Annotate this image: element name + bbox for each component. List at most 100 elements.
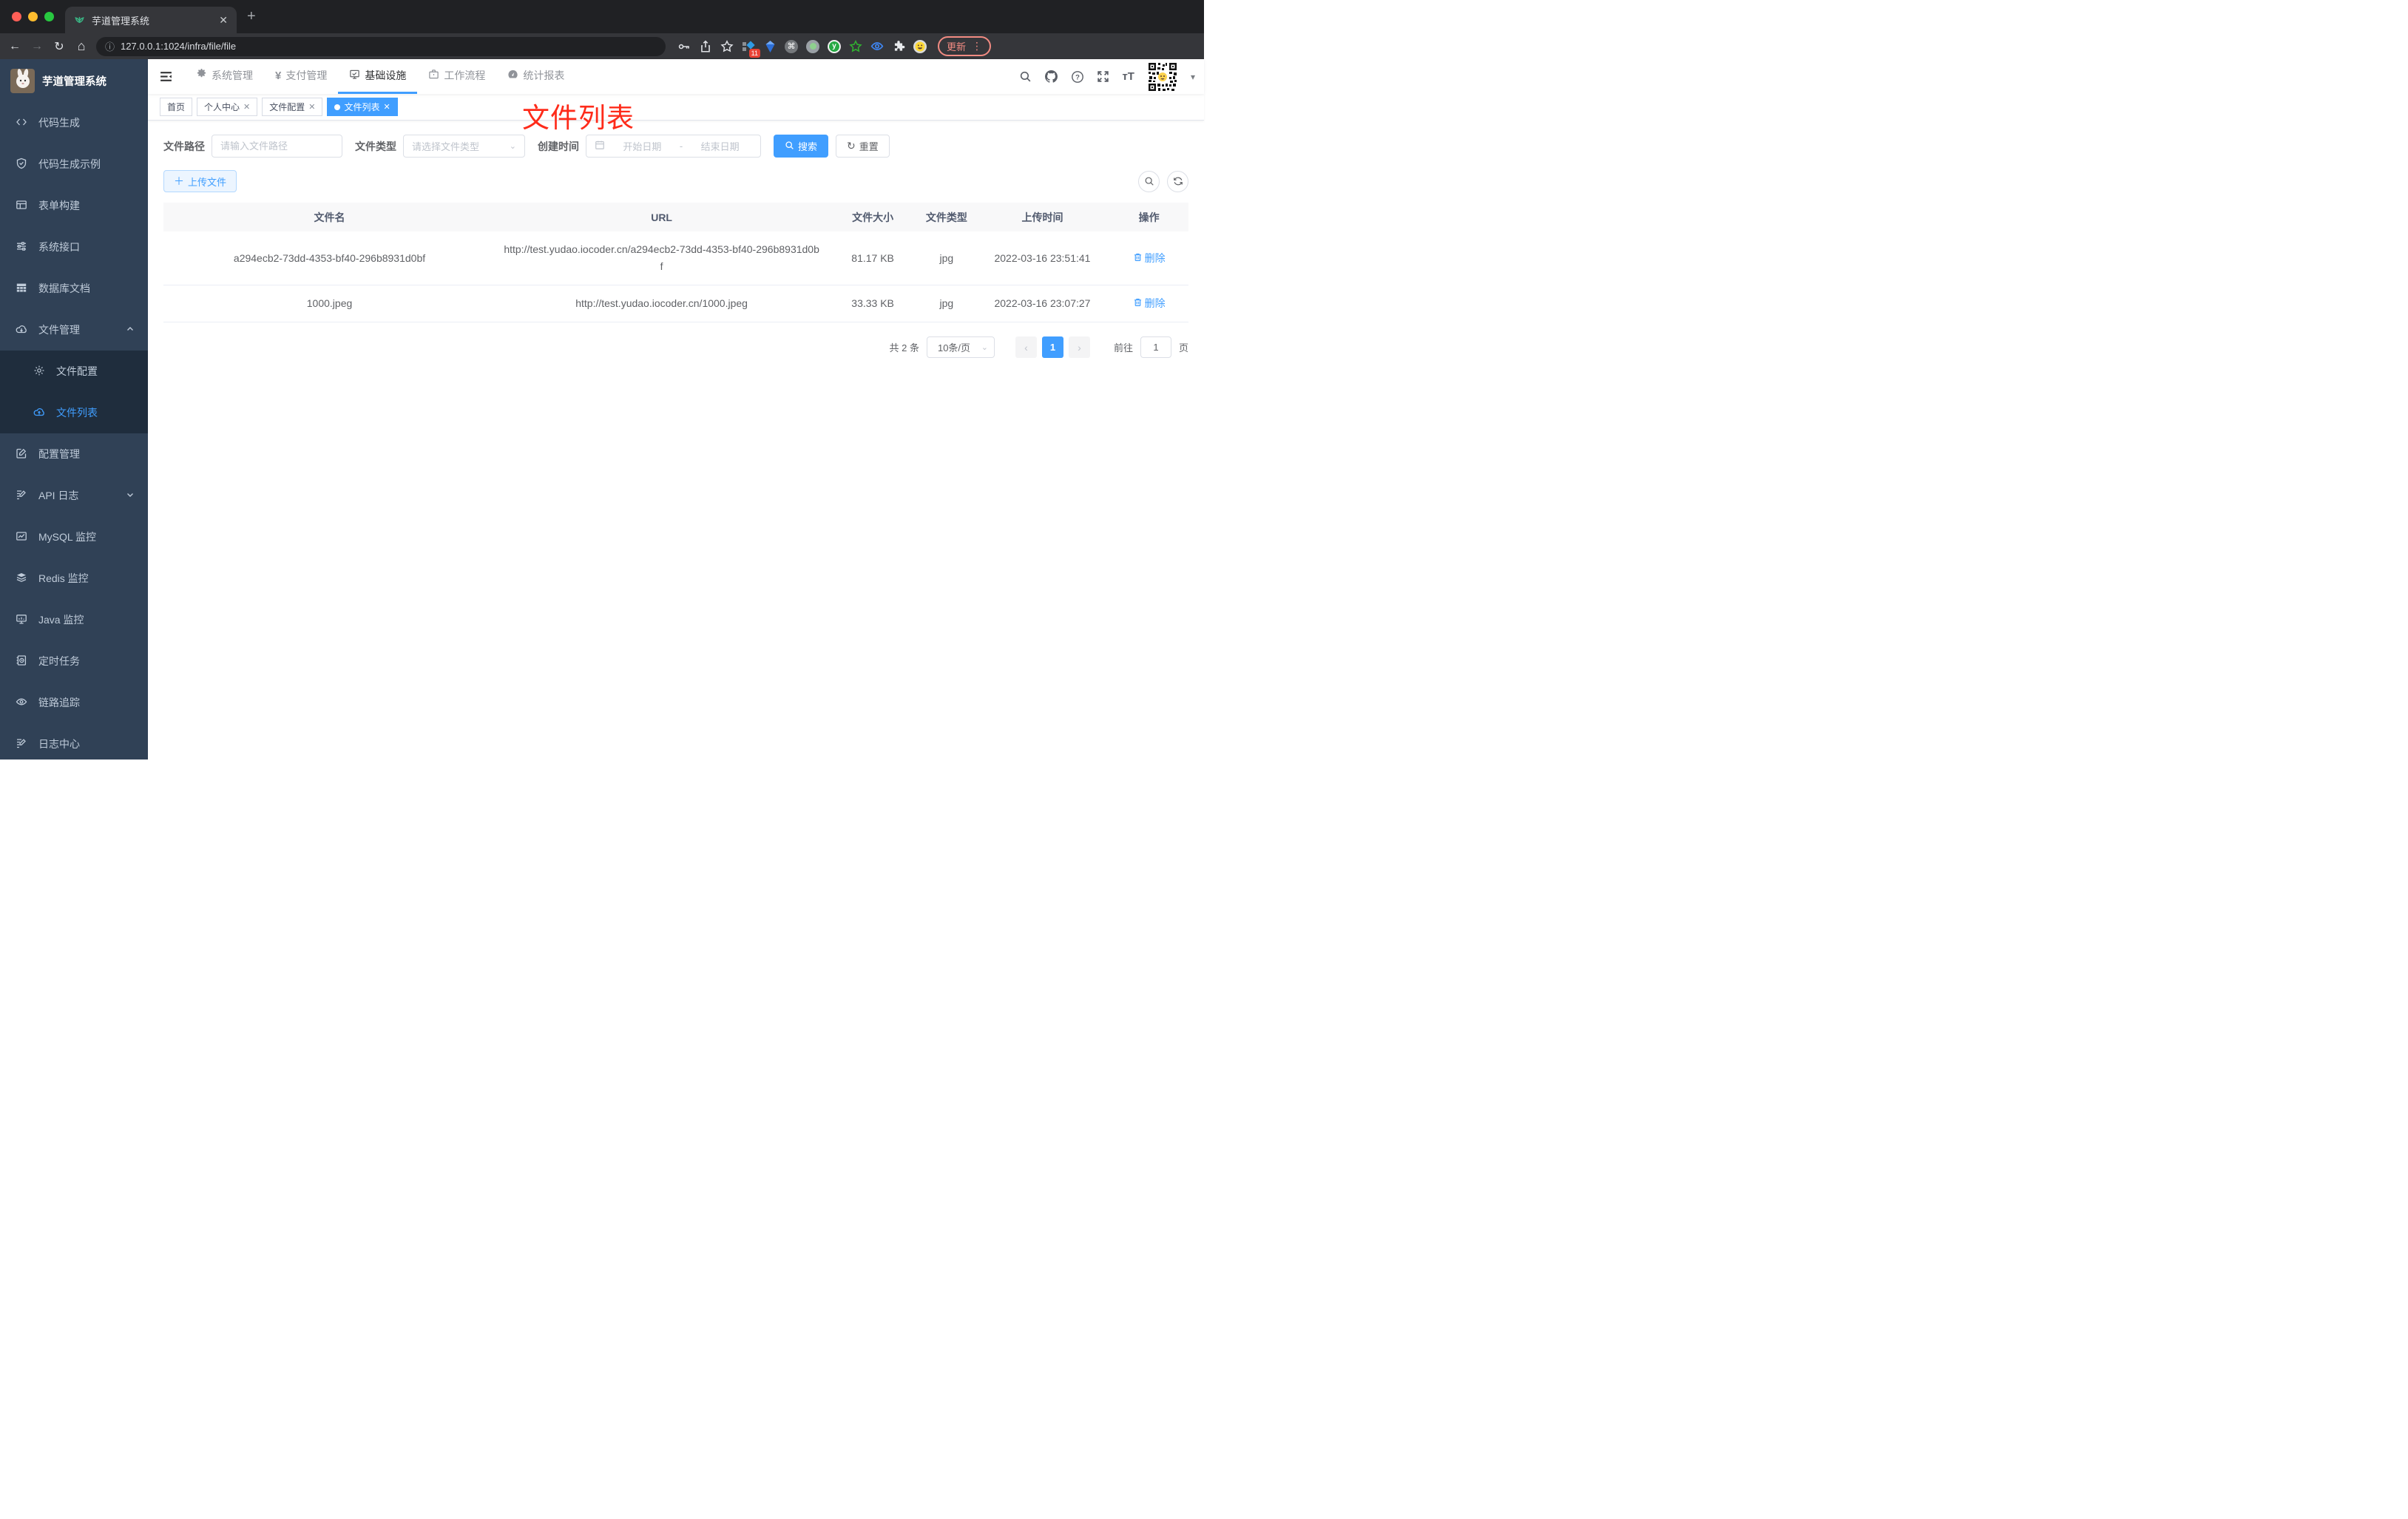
avatar-qr-image[interactable] — [1146, 61, 1178, 92]
url-text: 127.0.0.1:1024/infra/file/file — [121, 41, 237, 52]
browser-update-button[interactable]: 更新 ⋮ — [938, 36, 992, 56]
tag-close-icon[interactable]: ✕ — [243, 102, 250, 112]
sidebar-item-mysql-monitor[interactable]: MySQL 监控 — [0, 516, 148, 558]
file-path-input[interactable] — [220, 141, 334, 152]
sidebar-item-label: 代码生成 — [38, 117, 80, 129]
file-table: 文件名 URL 文件大小 文件类型 上传时间 操作 a294ecb2-73dd-… — [163, 203, 1188, 323]
cell-file-type: jpg — [939, 297, 954, 310]
current-page-button[interactable]: 1 — [1041, 336, 1063, 359]
cell-upload-time: 2022-03-16 23:51:41 — [994, 251, 1091, 264]
upload-file-button[interactable]: ＋ 上传文件 — [163, 170, 237, 192]
nav-payment-management[interactable]: ¥ 支付管理 — [264, 59, 338, 94]
github-icon[interactable] — [1044, 70, 1058, 84]
goto-page-input[interactable] — [1140, 336, 1171, 359]
delete-button[interactable]: 删除 — [1133, 250, 1166, 267]
fullscreen-icon[interactable] — [1097, 70, 1109, 83]
sidebar-item-redis-monitor[interactable]: Redis 监控 — [0, 558, 148, 599]
bookmark-star-icon[interactable] — [720, 39, 734, 53]
home-icon[interactable]: ⌂ — [74, 38, 89, 54]
sidebar-item-config-management[interactable]: 配置管理 — [0, 433, 148, 475]
refresh-table-button[interactable] — [1167, 170, 1188, 192]
show-search-toggle-button[interactable] — [1138, 170, 1160, 192]
edit-note-icon — [16, 489, 27, 503]
date-range-picker[interactable]: 开始日期 - 结束日期 — [586, 135, 761, 158]
file-type-select[interactable]: 请选择文件类型 ⌄ — [403, 135, 525, 158]
sidebar-item-code-generation[interactable]: 代码生成 — [0, 102, 148, 143]
nav-infrastructure[interactable]: 基础设施 — [338, 59, 418, 94]
sidebar-item-label: 文件管理 — [38, 324, 80, 336]
password-key-icon[interactable] — [677, 40, 691, 53]
nav-statistics-report[interactable]: 统计报表 — [496, 59, 575, 94]
extensions-puzzle-icon[interactable] — [892, 40, 905, 53]
share-icon[interactable] — [699, 40, 712, 53]
extension-command-icon[interactable]: ⌘ — [785, 39, 798, 53]
col-header-size: 文件大小 — [852, 211, 894, 223]
reset-button[interactable]: ↻ 重置 — [836, 135, 890, 158]
close-window-button[interactable] — [12, 12, 21, 21]
next-page-button[interactable]: › — [1068, 336, 1090, 359]
search-icon[interactable] — [1019, 70, 1032, 83]
sidebar-item-db-doc[interactable]: 数据库文档 — [0, 268, 148, 309]
prev-page-button[interactable]: ‹ — [1015, 336, 1037, 359]
tag-file-list[interactable]: 文件列表 ✕ — [327, 98, 398, 116]
new-tab-button[interactable]: + — [247, 9, 256, 24]
file-path-label: 文件路径 — [163, 140, 205, 152]
tag-file-config[interactable]: 文件配置 ✕ — [262, 98, 323, 116]
minimize-window-button[interactable] — [28, 12, 38, 21]
goto-label: 前往 — [1113, 342, 1133, 354]
avatar-dropdown-caret-icon[interactable]: ▾ — [1191, 72, 1195, 82]
help-icon[interactable]: ? — [1071, 70, 1084, 84]
browser-tab[interactable]: 芋道管理系统 ✕ — [65, 7, 237, 33]
tag-close-icon[interactable]: ✕ — [308, 102, 315, 112]
sidebar-item-tracing[interactable]: 链路追踪 — [0, 682, 148, 723]
nav-workflow[interactable]: 工作流程 — [417, 59, 496, 94]
tag-close-icon[interactable]: ✕ — [384, 102, 390, 112]
favicon-grass-icon — [74, 13, 85, 27]
back-icon[interactable]: ← — [7, 40, 22, 53]
logo-row[interactable]: 芋道管理系统 — [0, 59, 148, 102]
page-size-select[interactable]: 10条/页 ⌄ — [926, 336, 995, 359]
sidebar-item-scheduled-tasks[interactable]: 定时任务 — [0, 640, 148, 682]
search-button[interactable]: 搜索 — [774, 135, 829, 158]
reload-icon[interactable]: ↻ — [52, 39, 67, 54]
extension-star-icon[interactable] — [849, 39, 862, 53]
forward-icon[interactable]: → — [30, 40, 44, 53]
sidebar-item-label: 日志中心 — [38, 738, 80, 750]
plus-icon: ＋ — [174, 175, 184, 187]
logo-rabbit-image — [10, 68, 35, 93]
sidebar-item-api-log[interactable]: API 日志 — [0, 475, 148, 516]
browser-menu-icon[interactable]: ⋮ — [972, 40, 982, 53]
extension-gem-icon[interactable] — [763, 40, 777, 53]
browser-titlebar: 芋道管理系统 ✕ + — [0, 0, 1204, 33]
update-label: 更新 — [947, 41, 967, 53]
sidebar-item-java-monitor[interactable]: Java 监控 — [0, 599, 148, 640]
extension-emoji-icon[interactable] — [913, 39, 927, 53]
sidebar-item-file-list[interactable]: 文件列表 — [0, 392, 148, 433]
font-size-icon[interactable]: ᴛT — [1122, 70, 1134, 83]
sidebar-item-log-center[interactable]: 日志中心 — [0, 723, 148, 760]
extension-dashlane-icon[interactable]: 11 — [742, 40, 760, 58]
tag-home[interactable]: 首页 — [160, 98, 193, 116]
edit-square-icon — [16, 447, 27, 461]
tab-close-icon[interactable]: ✕ — [219, 14, 228, 27]
extension-y-icon[interactable]: y — [828, 39, 841, 53]
address-bar[interactable]: ⓘ 127.0.0.1:1024/infra/file/file — [96, 36, 666, 56]
sidebar-item-file-config[interactable]: 文件配置 — [0, 351, 148, 392]
sidebar-item-system-api[interactable]: 系统接口 — [0, 226, 148, 268]
sidebar-item-file-management[interactable]: 文件管理 — [0, 309, 148, 351]
sidebar-item-label: 表单构建 — [38, 200, 80, 212]
chevron-down-icon — [126, 490, 135, 501]
delete-button[interactable]: 删除 — [1133, 295, 1166, 312]
extension-eye-icon[interactable] — [870, 40, 884, 53]
app-title: 芋道管理系统 — [42, 75, 106, 88]
maximize-window-button[interactable] — [44, 12, 54, 21]
site-info-icon[interactable]: ⓘ — [105, 39, 115, 53]
sidebar-item-code-example[interactable]: 代码生成示例 — [0, 143, 148, 185]
sidebar-item-form-builder[interactable]: 表单构建 — [0, 185, 148, 226]
briefcase-icon — [428, 69, 439, 82]
goto-unit: 页 — [1178, 342, 1188, 354]
nav-system-management[interactable]: 系统管理 — [185, 59, 264, 94]
collapse-sidebar-icon[interactable] — [148, 70, 179, 84]
tag-profile[interactable]: 个人中心 ✕ — [197, 98, 258, 116]
extension-grey-dot-icon[interactable] — [806, 39, 819, 53]
